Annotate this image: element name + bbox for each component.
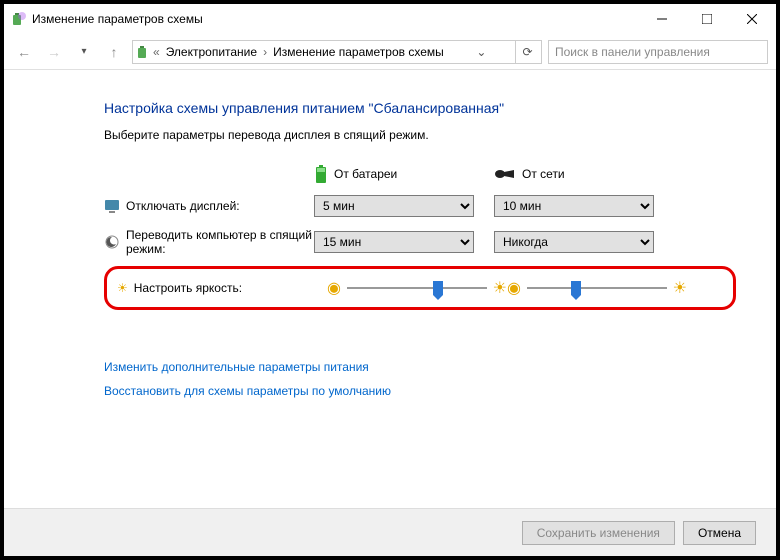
sun-dim-icon: ◉: [507, 278, 521, 298]
links-section: Изменить дополнительные параметры питани…: [104, 360, 736, 398]
row-brightness: ☀ Настроить яркость:: [117, 277, 327, 299]
back-button[interactable]: ←: [12, 40, 36, 64]
cancel-button[interactable]: Отмена: [683, 521, 756, 545]
forward-button[interactable]: →: [42, 40, 66, 64]
column-label: От батареи: [334, 167, 397, 181]
search-placeholder: Поиск в панели управления: [555, 45, 710, 59]
sun-bright-icon: ☀: [493, 278, 507, 298]
footer: Сохранить изменения Отмена: [4, 508, 776, 556]
slider-thumb[interactable]: [433, 281, 443, 295]
slider-track[interactable]: [527, 287, 667, 289]
chevron-icon: ›: [261, 45, 269, 59]
restore-defaults-link[interactable]: Восстановить для схемы параметры по умол…: [104, 384, 736, 398]
up-button[interactable]: ↑: [102, 40, 126, 64]
row-display-off: Отключать дисплей:: [104, 194, 314, 218]
maximize-button[interactable]: [684, 5, 729, 33]
breadcrumb-item[interactable]: Изменение параметров схемы: [269, 45, 448, 59]
sun-bright-icon: ☀: [673, 278, 687, 298]
recent-button[interactable]: ▾: [72, 40, 96, 64]
row-label: Настроить яркость:: [134, 281, 242, 295]
slider-thumb[interactable]: [571, 281, 581, 295]
row-label: Отключать дисплей:: [126, 199, 240, 213]
page-subtitle: Выберите параметры перевода дисплея в сп…: [104, 128, 736, 142]
sun-icon: ☀: [117, 281, 128, 295]
column-battery: От батареи: [314, 160, 494, 188]
display-off-battery-select[interactable]: 5 мин: [314, 195, 474, 217]
chevron-icon: «: [151, 45, 162, 59]
window-title: Изменение параметров схемы: [32, 12, 639, 26]
monitor-icon: [104, 198, 120, 214]
advanced-settings-link[interactable]: Изменить дополнительные параметры питани…: [104, 360, 736, 374]
search-input[interactable]: Поиск в панели управления: [548, 40, 768, 64]
chevron-down-icon[interactable]: ⌄: [470, 45, 492, 59]
minimize-button[interactable]: [639, 5, 684, 33]
plug-icon: [494, 167, 516, 181]
display-off-plugged-select[interactable]: 10 мин: [494, 195, 654, 217]
nav-bar: ← → ▾ ↑ « Электропитание › Изменение пар…: [4, 34, 776, 70]
close-button[interactable]: [729, 5, 774, 33]
refresh-button[interactable]: ⟳: [515, 41, 539, 63]
app-icon: [10, 11, 26, 27]
sun-dim-icon: ◉: [327, 278, 341, 298]
save-button[interactable]: Сохранить изменения: [522, 521, 675, 545]
battery-icon: [314, 164, 328, 184]
titlebar: Изменение параметров схемы: [4, 4, 776, 34]
slider-track[interactable]: [347, 287, 487, 289]
column-label: От сети: [522, 167, 565, 181]
address-bar[interactable]: « Электропитание › Изменение параметров …: [132, 40, 542, 64]
row-sleep: Переводить компьютер в спящий режим:: [104, 224, 314, 260]
power-icon: [135, 44, 151, 60]
column-plugged: От сети: [494, 163, 674, 185]
sleep-battery-select[interactable]: 15 мин: [314, 231, 474, 253]
main-content: Настройка схемы управления питанием "Сба…: [4, 70, 776, 398]
brightness-plugged-slider[interactable]: ◉ ☀: [507, 278, 687, 298]
moon-icon: [104, 234, 120, 250]
brightness-battery-slider[interactable]: ◉ ☀: [327, 278, 507, 298]
sleep-plugged-select[interactable]: Никогда: [494, 231, 654, 253]
page-title: Настройка схемы управления питанием "Сба…: [104, 100, 736, 116]
row-label: Переводить компьютер в спящий режим:: [126, 228, 314, 256]
breadcrumb-item[interactable]: Электропитание: [162, 45, 261, 59]
row-brightness-highlighted: ☀ Настроить яркость: ◉ ☀ ◉ ☀: [104, 266, 736, 310]
